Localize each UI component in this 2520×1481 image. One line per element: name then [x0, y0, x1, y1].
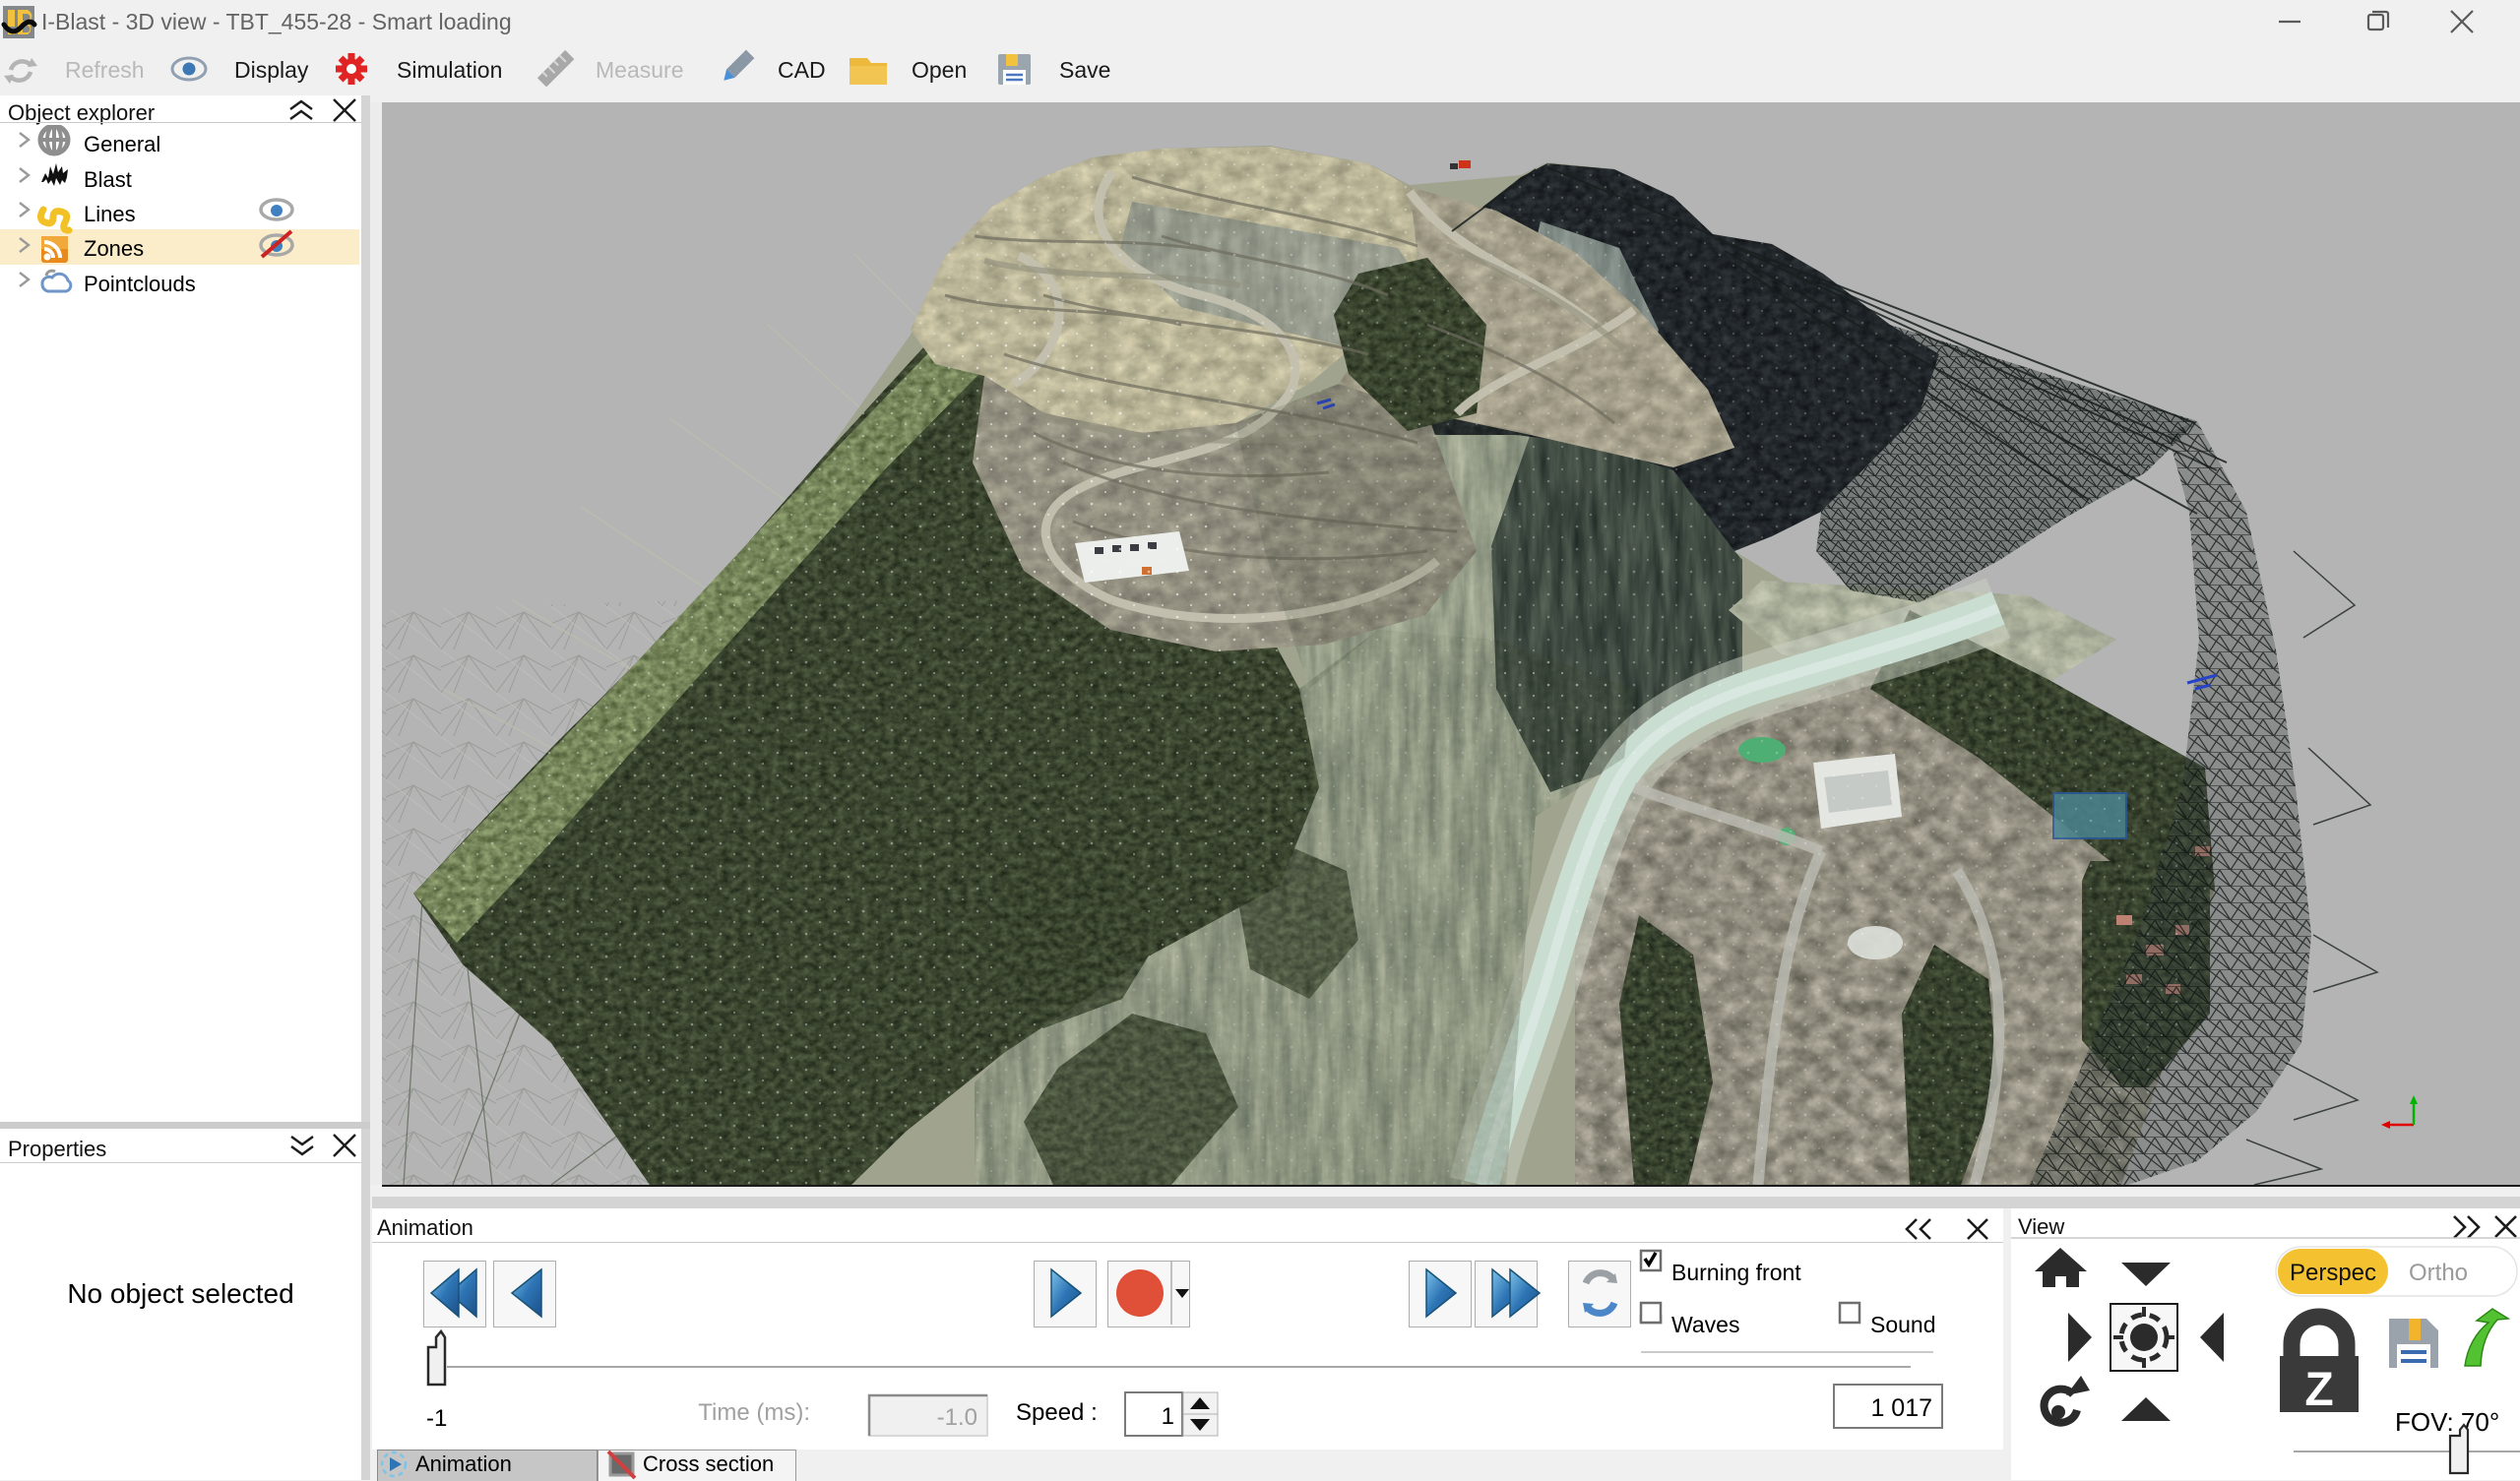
svg-text:Sound: Sound	[1870, 1312, 1936, 1337]
svg-text:-1: -1	[426, 1405, 447, 1432]
svg-text:Z: Z	[2304, 1364, 2333, 1416]
svg-text:1: 1	[1162, 1403, 1174, 1430]
svg-text:Ortho: Ortho	[2409, 1260, 2468, 1286]
svg-text:Time (ms):: Time (ms):	[698, 1399, 810, 1426]
svg-text:-1.0: -1.0	[937, 1404, 977, 1431]
svg-text:Waves: Waves	[1671, 1312, 1739, 1337]
svg-text:FOV: 70°: FOV: 70°	[2395, 1407, 2499, 1437]
svg-text:Speed :: Speed :	[1016, 1399, 1098, 1426]
svg-text:1 017: 1 017	[1870, 1394, 1932, 1422]
svg-text:Burning front: Burning front	[1671, 1260, 1801, 1285]
svg-text:Perspec: Perspec	[2290, 1260, 2376, 1286]
